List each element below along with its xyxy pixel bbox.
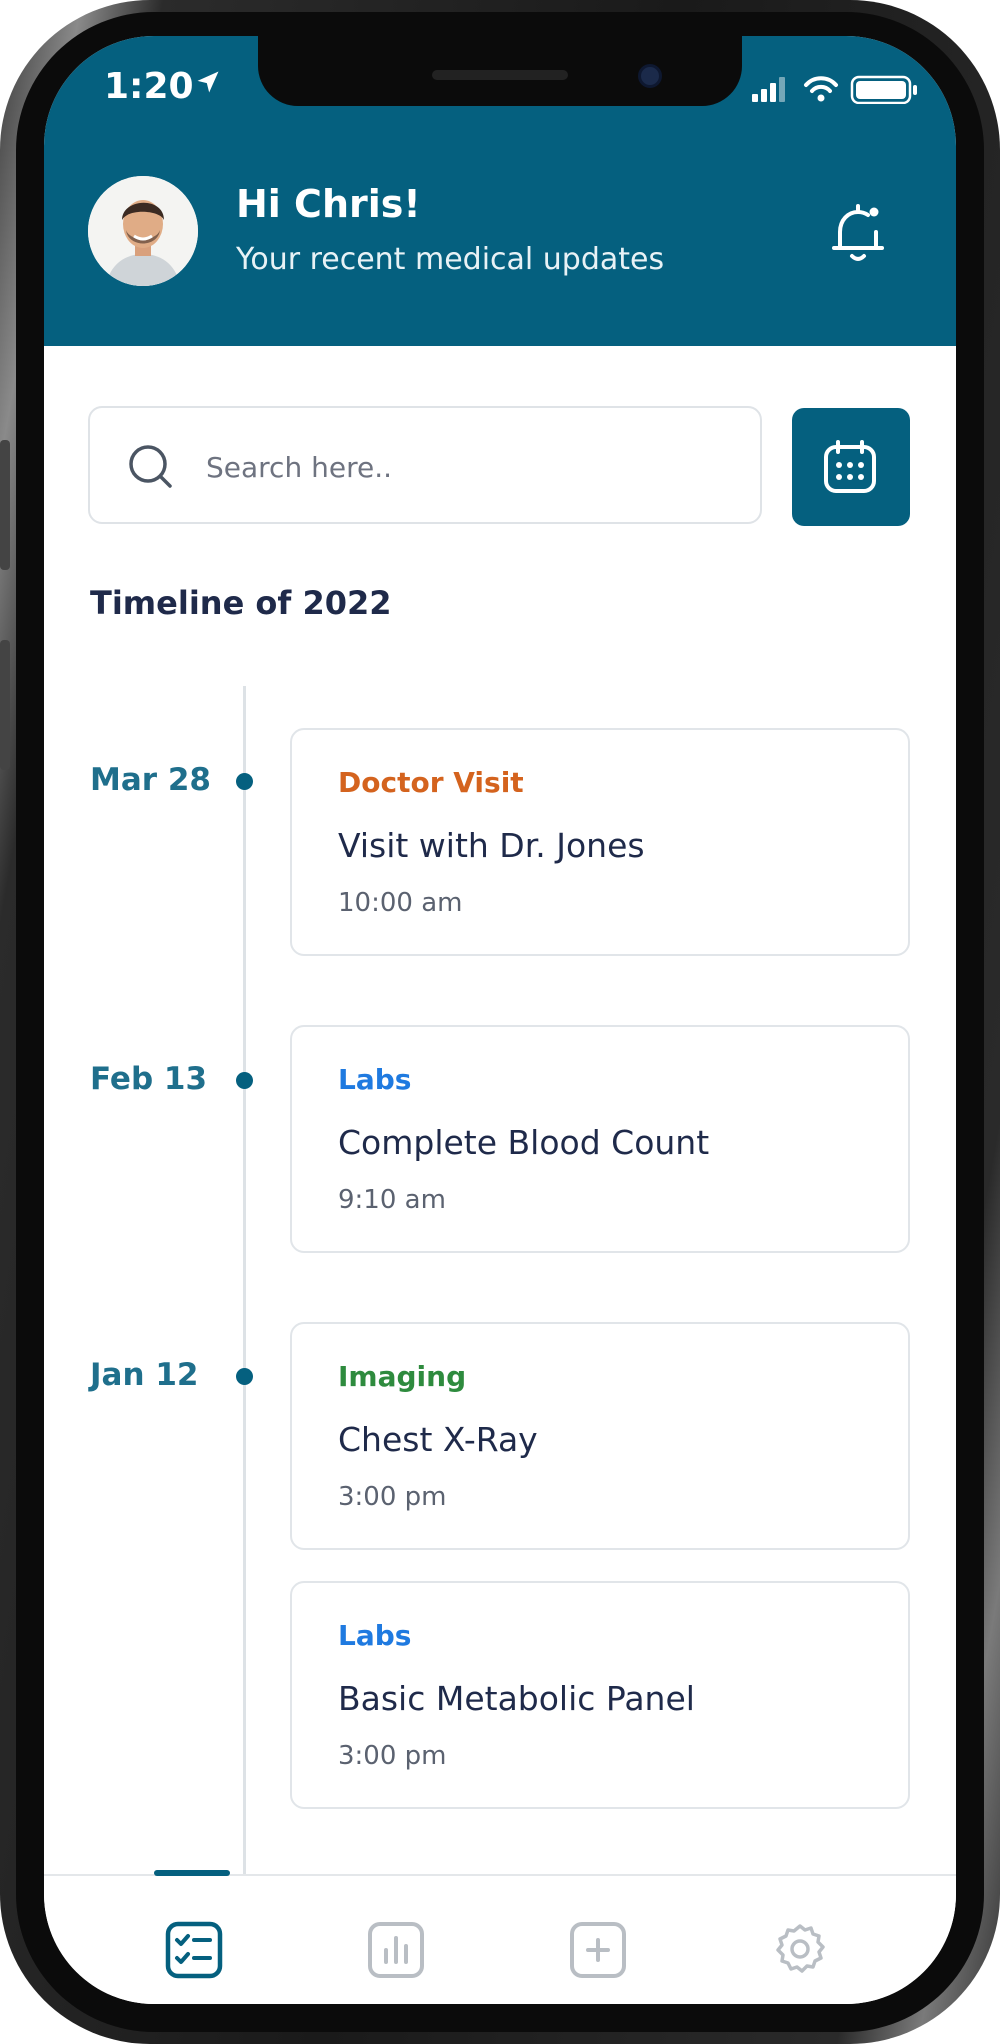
card-title: Complete Blood Count <box>338 1123 710 1162</box>
wifi-icon <box>804 76 838 102</box>
card-category: Imaging <box>338 1360 467 1393</box>
timeline-card[interactable]: Doctor Visit Visit with Dr. Jones 10:00 … <box>290 728 910 956</box>
bottom-nav <box>44 1870 956 2004</box>
card-category: Labs <box>338 1063 412 1096</box>
search-icon <box>129 445 172 488</box>
timeline-dot <box>236 1368 253 1385</box>
location-arrow-icon <box>197 71 219 93</box>
search-bar[interactable] <box>88 406 762 524</box>
timeline-title: Timeline of 2022 <box>90 584 392 622</box>
timeline-date: Mar 28 <box>90 762 211 798</box>
device-notch <box>258 36 742 106</box>
avatar[interactable] <box>88 176 198 286</box>
user-avatar-image <box>88 176 198 286</box>
phone-side-button <box>0 440 10 570</box>
timeline-date: Jan 12 <box>90 1357 199 1393</box>
plus-square-icon[interactable] <box>568 1920 628 1980</box>
calendar-button[interactable] <box>792 408 910 526</box>
gear-icon[interactable] <box>770 1920 830 1980</box>
card-category: Doctor Visit <box>338 766 524 799</box>
card-time: 10:00 am <box>338 888 463 918</box>
timeline-card[interactable]: Labs Complete Blood Count 9:10 am <box>290 1025 910 1253</box>
timeline-card[interactable]: Labs Basic Metabolic Panel 3:00 pm <box>290 1581 910 1809</box>
greeting-title: Hi Chris! <box>236 182 421 226</box>
timeline-checklist-icon[interactable] <box>164 1920 224 1980</box>
search-input[interactable] <box>204 438 728 496</box>
card-time: 3:00 pm <box>338 1741 447 1771</box>
nav-active-indicator <box>154 1870 230 1876</box>
timeline-card[interactable]: Imaging Chest X-Ray 3:00 pm <box>290 1322 910 1550</box>
card-title: Visit with Dr. Jones <box>338 826 645 865</box>
phone-side-button <box>0 640 10 770</box>
cellular-signal-icon <box>752 77 785 102</box>
timeline-dot <box>236 1072 253 1089</box>
card-category: Labs <box>338 1619 412 1652</box>
app-screen: 1:20 Hi Chris! Your recent medical updat… <box>44 36 956 2004</box>
phone-frame: 1:20 Hi Chris! Your recent medical updat… <box>0 0 1000 2044</box>
card-time: 3:00 pm <box>338 1482 447 1512</box>
speaker-grille <box>432 70 568 80</box>
card-title: Basic Metabolic Panel <box>338 1679 695 1718</box>
calendar-icon <box>824 440 876 493</box>
app-header: 1:20 Hi Chris! Your recent medical updat… <box>44 36 956 346</box>
card-time: 9:10 am <box>338 1185 446 1215</box>
card-title: Chest X-Ray <box>338 1420 538 1459</box>
bar-chart-icon[interactable] <box>366 1920 426 1980</box>
notification-bell-icon[interactable] <box>830 202 886 266</box>
timeline-date: Feb 13 <box>90 1061 208 1097</box>
status-icons <box>752 75 917 104</box>
battery-icon <box>850 75 917 104</box>
timeline-dot <box>236 773 253 790</box>
timeline-line <box>243 686 246 1876</box>
greeting-subtitle: Your recent medical updates <box>236 242 665 277</box>
front-camera <box>638 64 662 88</box>
status-time: 1:20 <box>104 66 194 107</box>
